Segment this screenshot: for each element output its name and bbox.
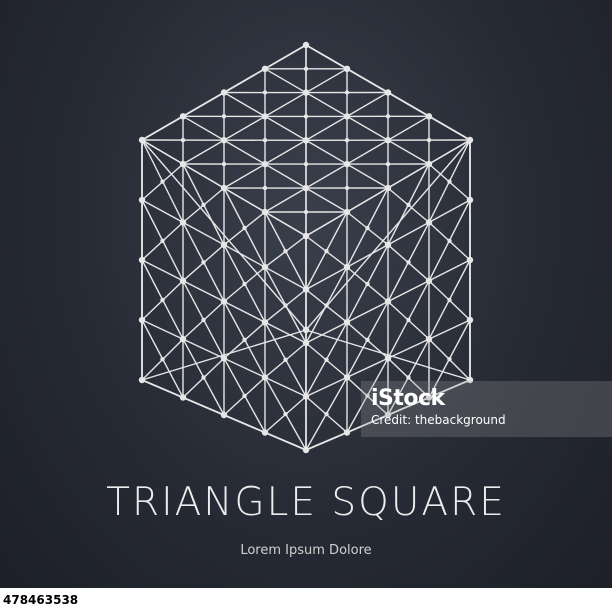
- logo-title: TRIANGLE SQUARE: [106, 480, 506, 525]
- image-id-bar: 478463538: [0, 588, 612, 612]
- watermark-credit: Credit: thebackground: [371, 413, 506, 427]
- image-id: 478463538: [3, 593, 79, 607]
- watermark-logo: iStock: [371, 386, 445, 411]
- stock-watermark: iStock Credit: thebackground: [361, 381, 612, 437]
- logo-subtitle: Lorem Ipsum Dolore: [240, 543, 372, 558]
